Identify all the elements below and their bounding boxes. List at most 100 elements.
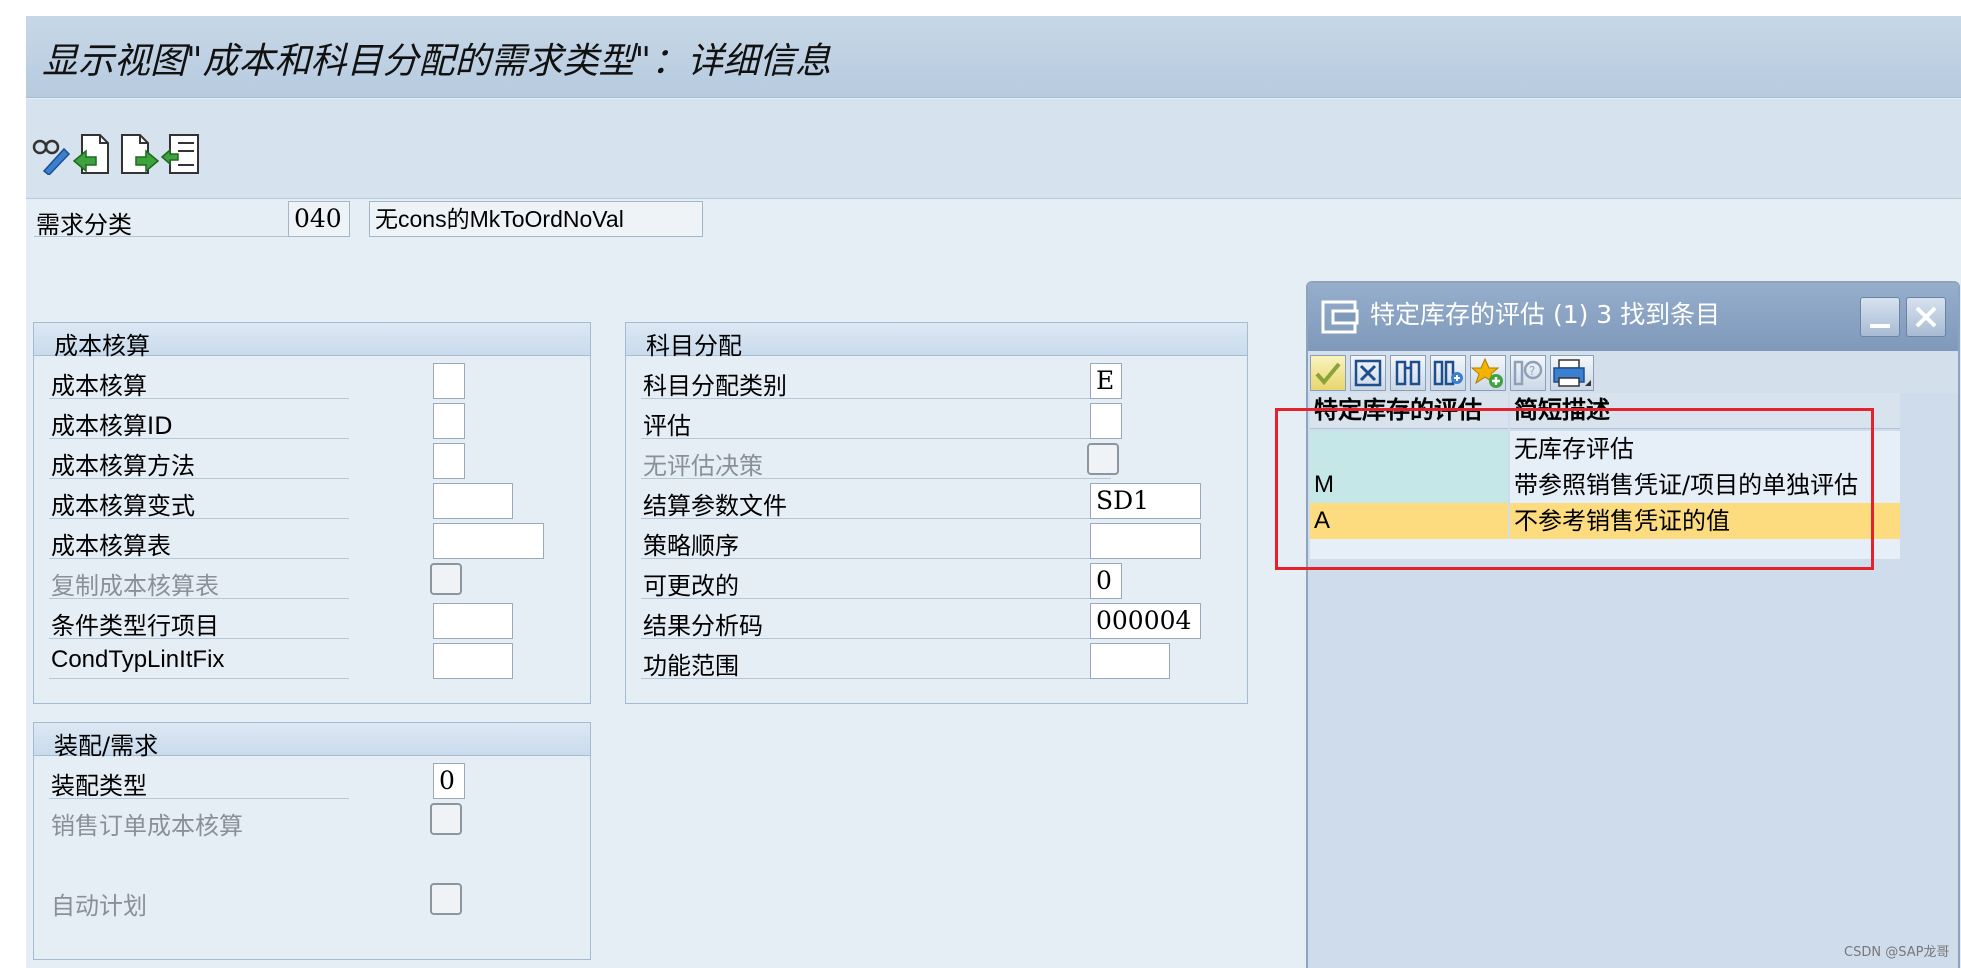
cond-type-item-label: 条件类型行项目 [51,612,219,640]
assembly-group-title: 装配/需求 [54,732,159,760]
sales-order-costing-label: 销售订单成本核算 [51,812,243,840]
settlement-profile-label: 结算参数文件 [643,492,787,520]
display-change-icon[interactable] [30,133,72,175]
find-button[interactable] [1390,355,1426,391]
changeable-label: 可更改的 [643,572,739,600]
page-title: 显示视图"成本和科目分配的需求类型"：详细信息 [42,41,832,82]
select-block-icon[interactable] [160,133,202,175]
minimize-icon [1870,324,1890,328]
cond-type-item-field[interactable] [433,603,513,639]
costing-group: 成本核算 成本核算 成本核算ID 成本核算方法 成本核算变式 成本核算表 复制成… [33,322,591,704]
cond-typ-lin-it-fix-label: CondTypLinItFix [51,646,225,673]
row-underline [49,518,349,519]
row-underline [641,638,1111,639]
value-help-dialog: 特定库存的评估 (1) 3 找到条目 ? 特定库存的评估 简短描述 无库存评估 … [1306,281,1960,968]
row-underline [641,518,1111,519]
row-underline [641,438,1111,439]
dialog-title: 特定库存的评估 (1) 3 找到条目 [1370,300,1721,329]
account-assignment-group-header: 科目分配 [626,323,1247,360]
row-underline [49,678,349,679]
row-underline [49,798,349,799]
no-valuation-decision-checkbox[interactable] [1087,443,1119,475]
find-next-button[interactable] [1430,355,1466,391]
row-underline [641,678,1111,679]
costing-id-field[interactable] [433,403,465,439]
sap-screen: 显示视图"成本和科目分配的需求类型"：详细信息 需求分类 040 无cons的M… [26,16,1961,968]
confirm-button[interactable] [1310,355,1346,391]
find-icon [1395,360,1421,386]
costing-variant-field[interactable] [433,483,513,519]
next-entry-icon[interactable] [118,133,160,175]
highlight-annotation [1275,408,1874,570]
row-underline [49,638,349,639]
close-icon [1915,306,1937,328]
results-analysis-key-label: 结果分析码 [643,612,763,640]
req-class-description: 无cons的MkToOrdNoVal [369,201,703,237]
watermark: CSDN @SAP龙哥 [1844,945,1950,960]
help-icon: ? [1513,360,1543,386]
functional-area-label: 功能范围 [643,652,739,680]
costing-id-label: 成本核算ID [51,412,173,440]
help-button[interactable]: ? [1510,355,1546,391]
assembly-type-field[interactable]: 0 [433,763,465,799]
favorites-button[interactable] [1470,355,1506,391]
cancel-icon [1354,359,1382,387]
row-underline [49,558,349,559]
results-analysis-key-field[interactable]: 000004 [1090,603,1201,639]
copy-costing-sheet-checkbox[interactable] [430,563,462,595]
title-bar: 显示视图"成本和科目分配的需求类型"：详细信息 [26,16,1961,98]
costing-sheet-label: 成本核算表 [51,532,171,560]
row-underline [49,598,349,599]
print-icon [1553,359,1591,387]
cancel-button[interactable] [1350,355,1386,391]
sales-order-costing-checkbox[interactable] [430,803,462,835]
costing-variant-label: 成本核算变式 [51,492,195,520]
functional-area-field[interactable] [1090,643,1170,679]
costing-label: 成本核算 [51,372,147,400]
assembly-group: 装配/需求 装配类型 0 销售订单成本核算 自动计划 [33,722,591,960]
acct-assignment-category-field[interactable]: E [1090,363,1122,399]
dialog-title-bar[interactable]: 特定库存的评估 (1) 3 找到条目 [1308,283,1958,351]
settlement-profile-field[interactable]: SD1 [1090,483,1201,519]
favorites-icon [1470,357,1503,388]
auto-planning-label: 自动计划 [51,892,147,920]
costing-method-field[interactable] [433,443,465,479]
valuation-label: 评估 [643,412,691,440]
assembly-group-header: 装配/需求 [34,723,590,760]
minimize-button[interactable] [1860,297,1900,337]
req-class-label: 需求分类 [36,211,132,239]
confirm-check-icon [1315,362,1341,386]
previous-entry-icon[interactable] [72,133,114,175]
valuation-field[interactable] [1090,403,1122,439]
strategy-sequence-label: 策略顺序 [643,532,739,560]
account-assignment-group-title: 科目分配 [646,332,742,360]
cond-typ-lin-it-fix-field[interactable] [433,643,513,679]
strategy-sequence-field[interactable] [1090,523,1201,559]
dialog-toolbar: ? [1308,351,1958,393]
acct-assignment-category-label: 科目分配类别 [643,372,787,400]
costing-sheet-field[interactable] [433,523,544,559]
costing-group-title: 成本核算 [54,332,150,360]
changeable-field[interactable]: 0 [1090,563,1122,599]
costing-field[interactable] [433,363,465,399]
close-button[interactable] [1906,297,1946,337]
no-valuation-decision-label: 无评估决策 [643,452,763,480]
assembly-type-label: 装配类型 [51,772,147,800]
row-underline [641,598,1111,599]
label-underline [34,236,314,237]
auto-planning-checkbox[interactable] [430,883,462,915]
costing-group-header: 成本核算 [34,323,590,360]
row-underline [49,438,349,439]
account-assignment-group: 科目分配 科目分配类别 E 评估 无评估决策 结算参数文件 SD1 策略顺序 可… [625,322,1248,704]
row-underline [641,558,1111,559]
find-next-icon [1433,360,1463,386]
row-underline [49,398,349,399]
application-toolbar [26,99,1961,199]
req-class-field[interactable]: 040 [288,201,350,237]
dialog-window-icon [1321,300,1359,334]
row-underline [641,398,1111,399]
copy-costing-sheet-label: 复制成本核算表 [51,572,219,600]
print-button[interactable] [1550,355,1594,391]
row-underline [49,478,349,479]
row-underline [641,478,1111,479]
